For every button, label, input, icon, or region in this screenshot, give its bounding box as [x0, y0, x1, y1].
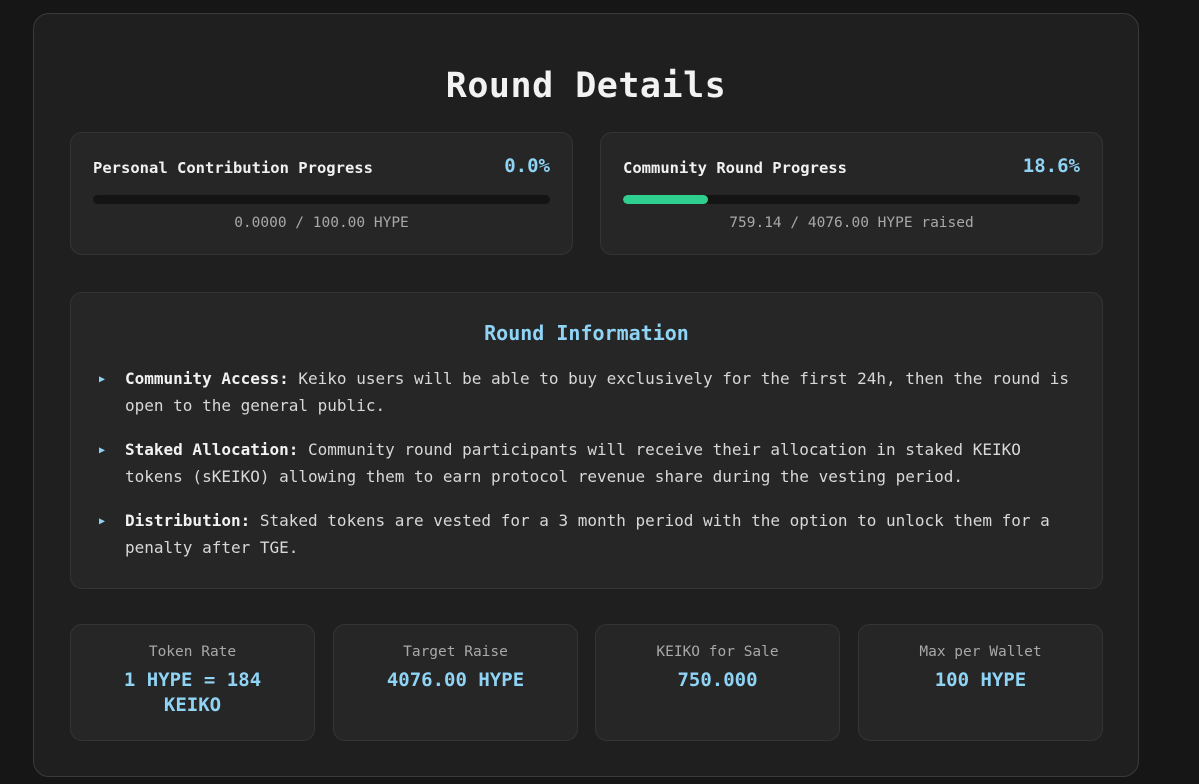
community-progress-label: Community Round Progress — [623, 159, 847, 177]
info-item-community-access: ▶ Community Access: Keiko users will be … — [97, 365, 1080, 419]
community-progress-detail: 759.14 / 4076.00 HYPE raised — [729, 215, 974, 231]
community-progress-percent: 18.6% — [1022, 155, 1080, 177]
info-item-term: Community Access: — [125, 369, 289, 388]
round-information-card: Round Information ▶ Community Access: Ke… — [70, 292, 1103, 589]
stat-token-rate: Token Rate 1 HYPE = 184 KEIKO — [70, 624, 315, 741]
info-item-staked-allocation: ▶ Staked Allocation: Community round par… — [97, 436, 1080, 490]
page-title: Round Details — [445, 66, 727, 106]
stat-label: Max per Wallet — [919, 644, 1042, 660]
stat-label: KEIKO for Sale — [656, 644, 779, 660]
info-item-text: Staked tokens are vested for a 3 month p… — [125, 511, 1050, 557]
triangle-right-icon: ▶ — [99, 445, 106, 456]
community-progress-fill — [623, 195, 708, 204]
community-progress-card: Community Round Progress 18.6% 759.14 / … — [600, 132, 1103, 255]
info-item-term: Staked Allocation: — [125, 440, 299, 459]
stat-keiko-for-sale: KEIKO for Sale 750.000 — [595, 624, 840, 741]
personal-progress-percent: 0.0% — [504, 155, 550, 177]
triangle-right-icon: ▶ — [99, 516, 106, 527]
round-information-list: ▶ Community Access: Keiko users will be … — [97, 365, 1080, 578]
stat-value: 750.000 — [677, 669, 758, 691]
personal-progress-card: Personal Contribution Progress 0.0% 0.00… — [70, 132, 573, 255]
stat-target-raise: Target Raise 4076.00 HYPE — [333, 624, 578, 741]
personal-progress-bar — [93, 195, 550, 204]
round-details-panel: Round Details Personal Contribution Prog… — [33, 13, 1139, 777]
info-item-distribution: ▶ Distribution: Staked tokens are vested… — [97, 507, 1080, 561]
community-progress-bar — [623, 195, 1080, 204]
triangle-right-icon: ▶ — [99, 374, 106, 385]
personal-progress-detail: 0.0000 / 100.00 HYPE — [234, 215, 409, 231]
round-information-title: Round Information — [484, 321, 689, 345]
stat-label: Token Rate — [148, 644, 237, 660]
stat-max-per-wallet: Max per Wallet 100 HYPE — [858, 624, 1103, 741]
stat-value: 1 HYPE = 184 KEIKO — [123, 669, 262, 716]
personal-progress-label: Personal Contribution Progress — [93, 159, 373, 177]
stat-label: Target Raise — [403, 644, 508, 660]
stat-value: 100 HYPE — [934, 669, 1027, 691]
stat-value: 4076.00 HYPE — [386, 669, 525, 691]
info-item-term: Distribution: — [125, 511, 251, 530]
